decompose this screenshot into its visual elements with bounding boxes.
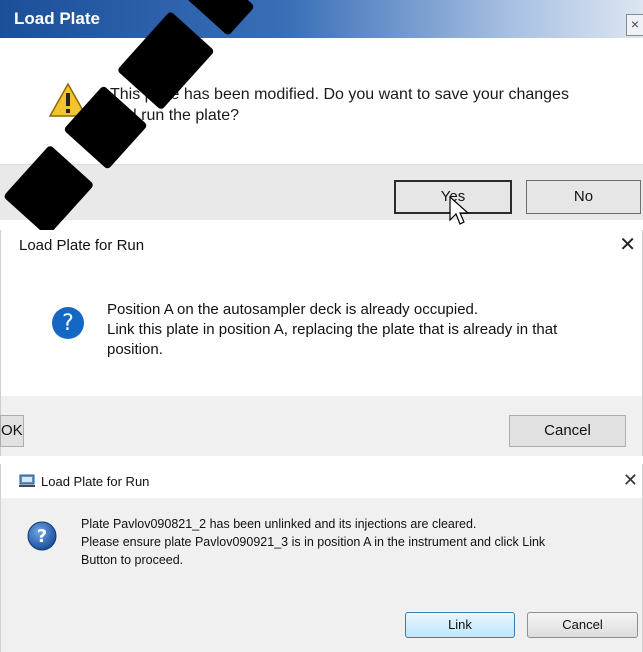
cancel-button[interactable]: Cancel (527, 612, 638, 638)
close-button[interactable]: ✕ (619, 232, 636, 257)
dialog-message: Position A on the autosampler deck is al… (107, 300, 627, 360)
svg-text:?: ? (37, 526, 47, 547)
title-bar: Load Plate for Run ✕ (1, 464, 642, 498)
title-bar: Load Plate × (0, 0, 643, 38)
mouse-cursor-icon (449, 196, 469, 225)
load-plate-dialog: Load Plate × This plate has been modifie… (0, 0, 643, 220)
message-line: Position A on the autosampler deck is al… (107, 301, 479, 318)
link-button[interactable]: Link (405, 612, 515, 638)
ok-button[interactable]: OK (0, 415, 24, 447)
dialog-title: Load Plate (14, 9, 100, 28)
dialog-title: Load Plate for Run (41, 474, 150, 489)
message-line: Link this plate in position A, replacing… (107, 321, 558, 338)
app-icon (19, 474, 35, 487)
close-button[interactable]: ✕ (623, 470, 638, 491)
message-line: position. (107, 341, 163, 358)
svg-text:?: ? (62, 311, 74, 336)
message-line: This plate has been modified. Do you wan… (110, 86, 569, 103)
load-plate-for-run-confirm-dialog: Load Plate for Run ✕ ? Plate Pavlov09082… (0, 464, 643, 652)
dialog-message: This plate has been modified. Do you wan… (110, 84, 630, 126)
question-icon: ? (27, 521, 57, 551)
question-icon: ? (52, 307, 84, 339)
warning-icon (48, 82, 88, 117)
message-line: Plate Pavlov090821_2 has been unlinked a… (81, 517, 477, 531)
message-line: Button to proceed. (81, 553, 184, 567)
dialog-title: Load Plate for Run (19, 237, 145, 254)
dialog-message: Plate Pavlov090821_2 has been unlinked a… (81, 515, 631, 569)
message-line: and run the plate? (110, 107, 239, 124)
no-button[interactable]: No (526, 180, 641, 214)
message-line: Please ensure plate Pavlov090921_3 is in… (81, 535, 546, 549)
close-button[interactable]: × (626, 14, 643, 36)
cancel-button[interactable]: Cancel (509, 415, 626, 447)
